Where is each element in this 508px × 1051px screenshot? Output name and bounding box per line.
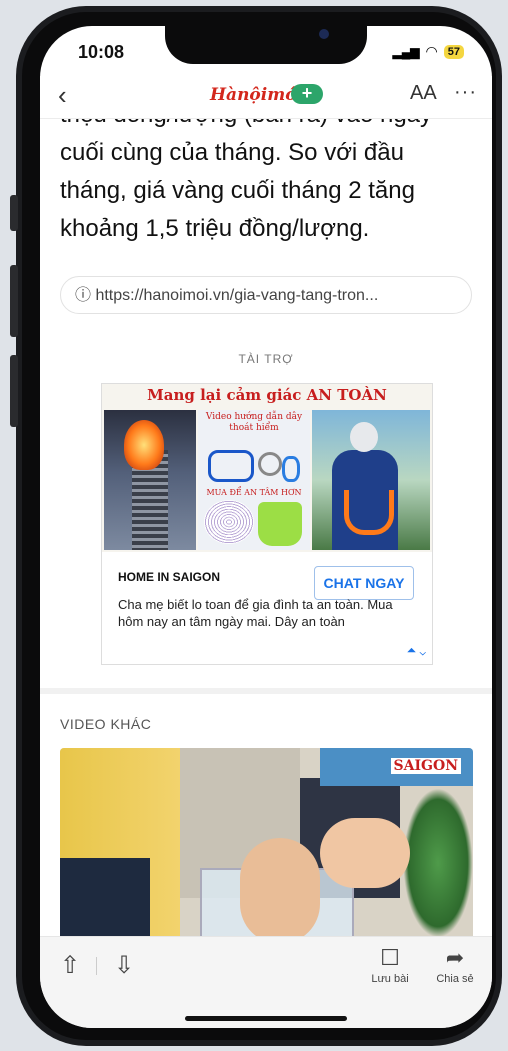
wifi-icon: ◠: [425, 43, 438, 59]
section-divider: [40, 688, 492, 694]
volume-down-button: [10, 355, 18, 427]
status-time: 10:08: [78, 42, 125, 62]
ad-video-caption: Video hướng dẫn dây thoát hiểm: [205, 412, 303, 433]
previous-article-icon[interactable]: ⇧: [60, 951, 80, 980]
share-label: Chia sẻ: [436, 973, 474, 985]
signal-icon: ▂▄▆: [392, 44, 420, 59]
back-button[interactable]: ‹: [58, 80, 67, 111]
hand-shape: [240, 838, 320, 944]
more-options-button[interactable]: ···: [454, 81, 477, 104]
strap-icon: [208, 450, 254, 482]
figure-eight-icon: [282, 456, 300, 482]
ad-description: Cha mẹ biết lo toan để gia đình ta an to…: [118, 597, 393, 629]
bottom-action-bar: ⇧ ⇩ ☐ Lưu bài ➦ Chia sẻ: [40, 936, 492, 1028]
save-label: Lưu bài: [371, 973, 409, 985]
sponsored-ad[interactable]: Mang lại cảm giác AN TOÀN Video hướng dẫ…: [101, 383, 433, 665]
camera-icon: [319, 29, 329, 39]
harness-shape: [344, 490, 394, 535]
rope-coil-icon: [204, 500, 254, 544]
volume-up-button: [10, 265, 18, 337]
burning-building-image: [104, 410, 196, 550]
source-url-link[interactable]: ⓘ https://hanoimoi.vn/gia-vang-tang-tron…: [60, 276, 472, 314]
bookmark-icon: ☐: [380, 945, 400, 970]
status-icons: ▂▄▆ ◠ 57: [393, 43, 464, 60]
battery-icon: 57: [443, 44, 464, 59]
next-article-icon[interactable]: ⇩: [114, 951, 134, 980]
product-panel: Video hướng dẫn dây thoát hiểm MUA ĐỂ AN…: [198, 410, 310, 550]
dynamic-notch: [165, 26, 367, 64]
bar-separator: [96, 957, 97, 975]
hook-icon: [258, 452, 282, 476]
brand-logo: Hànộimới: [210, 85, 304, 105]
share-button[interactable]: ➦ Chia sẻ: [430, 945, 480, 985]
chat-now-button[interactable]: CHAT NGAY: [314, 566, 414, 600]
video-logo: SAIGON: [390, 758, 461, 774]
top-bar: ‹ Hànộimới + AA ···: [40, 76, 492, 119]
ad-choices-icon[interactable]: ⏶ ⌄: [407, 643, 426, 658]
sleeve-shape: [60, 858, 150, 944]
ad-buy-caption: MUA ĐỂ AN TÂM HƠN: [206, 488, 302, 497]
other-videos-heading: VIDEO KHÁC: [60, 716, 152, 732]
home-indicator[interactable]: [185, 1016, 347, 1021]
green-bag-icon: [258, 502, 302, 546]
plant-shape: [403, 788, 473, 938]
follow-plus-button[interactable]: +: [291, 84, 323, 104]
save-button[interactable]: ☐ Lưu bài: [365, 945, 415, 985]
video-thumbnail[interactable]: SAIGON: [60, 748, 473, 944]
flame-shape: [124, 420, 164, 470]
ad-image[interactable]: Mang lại cảm giác AN TOÀN Video hướng dẫ…: [102, 384, 432, 552]
ad-headline: Mang lại cảm giác AN TOÀN: [147, 386, 387, 404]
screen: 10:08 ▂▄▆ ◠ 57 ‹ Hànộimới + AA ··· triệu…: [40, 26, 492, 1028]
rescuer-image: [312, 410, 430, 550]
helmet-shape: [350, 422, 378, 452]
sponsor-label: TÀI TRỢ: [238, 352, 294, 366]
mute-switch: [10, 195, 18, 231]
share-icon: ➦: [445, 945, 465, 970]
font-size-button[interactable]: AA: [410, 82, 437, 105]
hand-shape: [320, 818, 410, 888]
